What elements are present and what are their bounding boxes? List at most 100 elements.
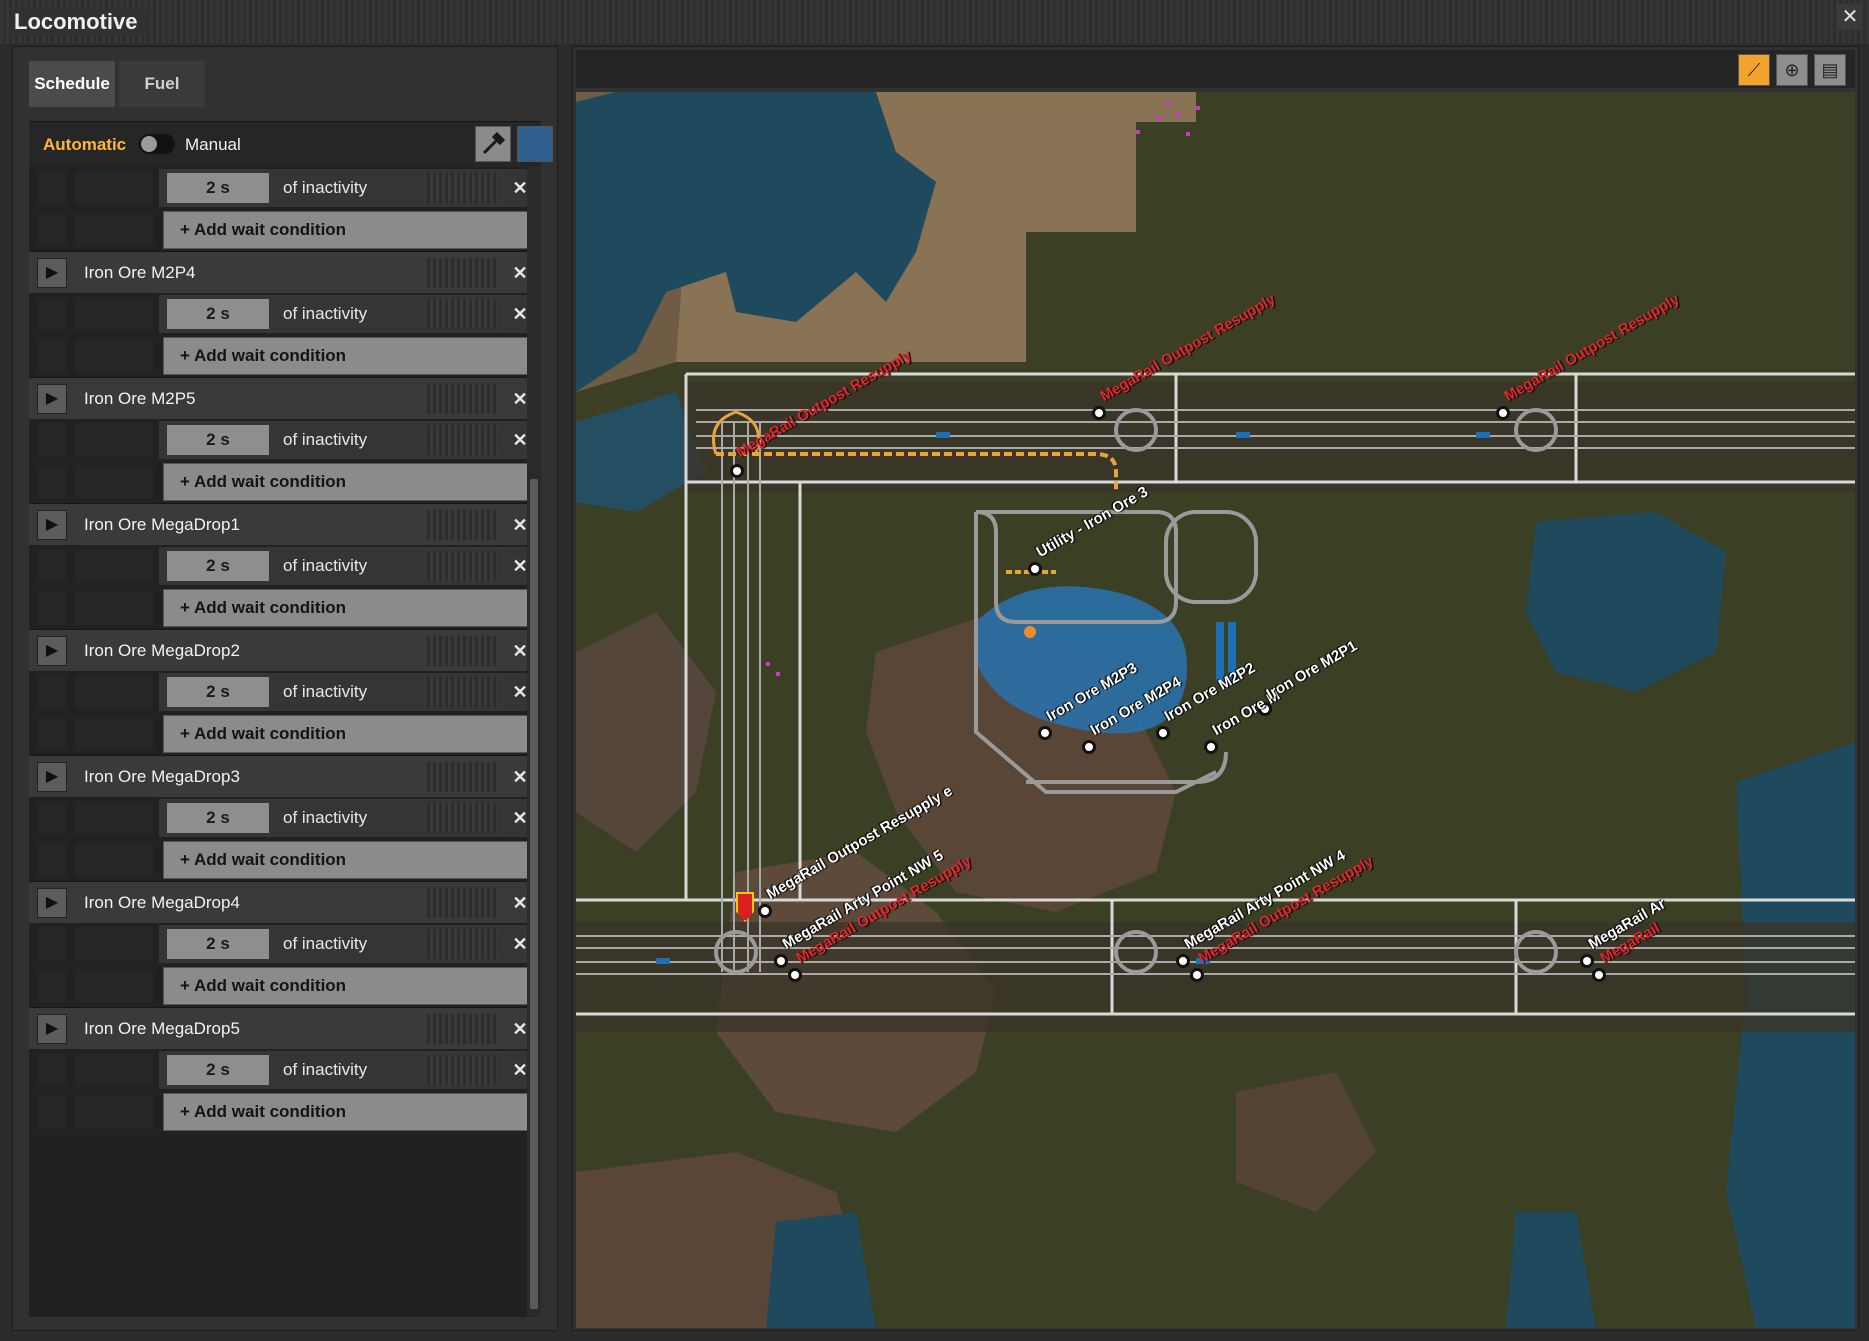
mode-switch-row: Automatic Manual xyxy=(29,121,553,168)
train-stop[interactable] xyxy=(758,904,772,918)
add-condition-row: + Add wait condition xyxy=(29,209,541,251)
indent-cell xyxy=(75,1053,153,1087)
train-stop[interactable] xyxy=(1082,740,1096,754)
play-icon[interactable]: ▶ xyxy=(37,384,67,414)
wait-time-field[interactable]: 2 s xyxy=(167,677,269,707)
drag-handle[interactable] xyxy=(427,1055,497,1085)
schedule-station-row[interactable]: ▶ Iron Ore M2P5 ✕ xyxy=(29,377,541,419)
play-icon[interactable]: ▶ xyxy=(37,1014,67,1044)
scrollbar-thumb[interactable] xyxy=(530,479,538,1309)
indent-cell xyxy=(37,717,67,751)
drag-handle[interactable] xyxy=(427,510,497,540)
drag-handle[interactable] xyxy=(427,929,497,959)
minimap[interactable]: MegaRail Outpost Resupply MegaRail Outpo… xyxy=(576,92,1855,1328)
add-wait-condition-button[interactable]: + Add wait condition xyxy=(163,337,533,375)
schedule-station-row[interactable]: ▶ Iron Ore MegaDrop4 ✕ xyxy=(29,881,541,923)
drag-handle[interactable] xyxy=(427,762,497,792)
condition-text: of inactivity xyxy=(283,1060,368,1079)
train-stop[interactable] xyxy=(1592,968,1606,982)
add-wait-condition-button[interactable]: + Add wait condition xyxy=(163,463,533,501)
wait-condition-row: 2 s of inactivity ✕ xyxy=(29,293,541,335)
schedule-list: 2 s of inactivity ✕ + Add wait condition… xyxy=(29,167,541,1317)
rail-path-icon[interactable]: ⟋ xyxy=(1738,54,1770,86)
add-wait-condition-button[interactable]: + Add wait condition xyxy=(163,589,533,627)
indent-cell xyxy=(75,717,153,751)
wait-time-field[interactable]: 2 s xyxy=(167,929,269,959)
automatic-manual-toggle[interactable] xyxy=(139,134,175,154)
train-stop[interactable] xyxy=(1204,740,1218,754)
train-stop[interactable] xyxy=(788,968,802,982)
train-stop[interactable] xyxy=(1190,968,1204,982)
target-icon[interactable]: ⊕ xyxy=(1776,54,1808,86)
add-condition-row: + Add wait condition xyxy=(29,839,541,881)
train-stop[interactable] xyxy=(1156,726,1170,740)
play-icon[interactable]: ▶ xyxy=(37,258,67,288)
add-condition-row: + Add wait condition xyxy=(29,965,541,1007)
tab-schedule[interactable]: Schedule xyxy=(29,61,115,107)
station-name: Iron Ore M2P5 xyxy=(84,389,196,408)
wait-time-field[interactable]: 2 s xyxy=(167,425,269,455)
train-stop[interactable] xyxy=(1038,726,1052,740)
schedule-station-row[interactable]: ▶ Iron Ore MegaDrop2 ✕ xyxy=(29,629,541,671)
wait-time-field[interactable]: 2 s xyxy=(167,803,269,833)
train-stop[interactable] xyxy=(1028,562,1042,576)
indent-cell xyxy=(37,171,67,205)
add-wait-condition-button[interactable]: + Add wait condition xyxy=(163,841,533,879)
wait-time-field[interactable]: 2 s xyxy=(167,551,269,581)
drag-handle[interactable] xyxy=(427,1014,497,1044)
indent-cell xyxy=(37,549,67,583)
schedule-station-row[interactable]: ▶ Iron Ore MegaDrop5 ✕ xyxy=(29,1007,541,1049)
condition-text: of inactivity xyxy=(283,430,368,449)
wait-condition-row: 2 s of inactivity ✕ xyxy=(29,923,541,965)
drag-handle[interactable] xyxy=(427,299,497,329)
wait-time-field[interactable]: 2 s xyxy=(167,299,269,329)
train-stop[interactable] xyxy=(1496,406,1510,420)
schedule-panel: Schedule Fuel Automatic Manual 2 s of in… xyxy=(12,46,558,1331)
play-icon[interactable]: ▶ xyxy=(37,636,67,666)
train-stop[interactable] xyxy=(1580,954,1594,968)
wait-time-field[interactable]: 2 s xyxy=(167,1055,269,1085)
add-wait-condition-button[interactable]: + Add wait condition xyxy=(163,715,533,753)
map-icon[interactable]: ▤ xyxy=(1814,54,1846,86)
condition-text: of inactivity xyxy=(283,178,368,197)
indent-cell xyxy=(75,801,153,835)
schedule-station-row[interactable]: ▶ Iron Ore MegaDrop3 ✕ xyxy=(29,755,541,797)
schedule-station-row[interactable]: ▶ Iron Ore MegaDrop1 ✕ xyxy=(29,503,541,545)
drag-handle[interactable] xyxy=(427,425,497,455)
add-wait-condition-button[interactable]: + Add wait condition xyxy=(163,211,533,249)
indent-cell xyxy=(37,1095,67,1129)
drag-handle[interactable] xyxy=(427,551,497,581)
train-stop[interactable] xyxy=(774,954,788,968)
schedule-station-row[interactable]: ▶ Iron Ore M2P4 ✕ xyxy=(29,251,541,293)
scrollbar[interactable] xyxy=(527,167,541,1317)
add-wait-condition-button[interactable]: + Add wait condition xyxy=(163,1093,533,1131)
drag-handle[interactable] xyxy=(427,384,497,414)
train-color-button[interactable] xyxy=(517,126,553,162)
train-stop[interactable] xyxy=(1092,406,1106,420)
tab-fuel[interactable]: Fuel xyxy=(119,61,205,107)
train-stop[interactable] xyxy=(1176,954,1190,968)
eyedropper-icon[interactable] xyxy=(475,126,511,162)
indent-cell xyxy=(75,423,153,457)
drag-handle[interactable] xyxy=(427,803,497,833)
indent-cell xyxy=(75,549,153,583)
station-name: Iron Ore MegaDrop2 xyxy=(84,641,240,660)
drag-handle[interactable] xyxy=(427,258,497,288)
play-icon[interactable]: ▶ xyxy=(37,762,67,792)
drag-handle[interactable] xyxy=(427,173,497,203)
play-icon[interactable]: ▶ xyxy=(37,888,67,918)
add-wait-condition-button[interactable]: + Add wait condition xyxy=(163,967,533,1005)
indent-cell xyxy=(75,591,153,625)
play-icon[interactable]: ▶ xyxy=(37,510,67,540)
drag-handle[interactable] xyxy=(427,888,497,918)
window-title: Locomotive xyxy=(12,9,152,35)
wait-time-field[interactable]: 2 s xyxy=(167,173,269,203)
close-window-button[interactable]: ✕ xyxy=(1837,4,1863,30)
drag-handle[interactable] xyxy=(427,636,497,666)
drag-handle[interactable] xyxy=(427,677,497,707)
indent-cell xyxy=(37,843,67,877)
add-condition-row: + Add wait condition xyxy=(29,461,541,503)
station-name: Iron Ore MegaDrop4 xyxy=(84,893,240,912)
indent-cell xyxy=(37,297,67,331)
train-stop[interactable] xyxy=(730,464,744,478)
